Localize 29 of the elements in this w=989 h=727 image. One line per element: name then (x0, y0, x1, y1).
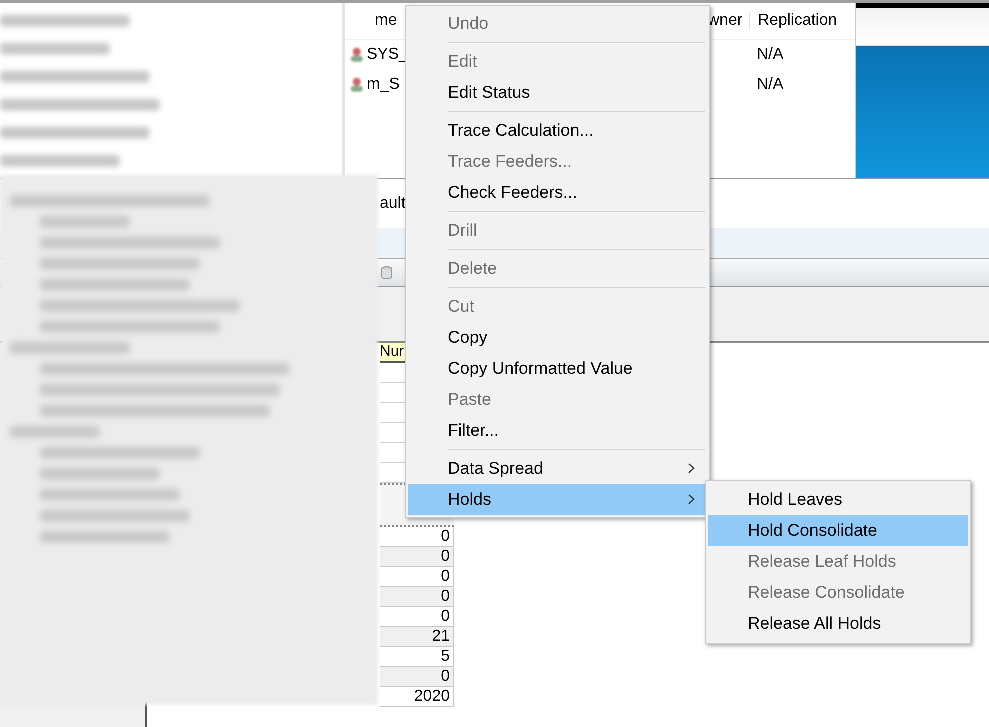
user-icon (349, 77, 365, 93)
table-cell: 0 (380, 667, 454, 687)
column-header[interactable]: Replication (750, 12, 855, 30)
list-cell: SYS_ (367, 46, 408, 64)
table-cell: 21 (380, 627, 454, 647)
user-icon (349, 47, 365, 63)
menu-item[interactable]: Release All Holds (708, 608, 968, 639)
menu-item[interactable]: Trace Calculation... (408, 115, 707, 146)
table-cell: 0 (380, 567, 454, 587)
table-cell: 0 (380, 587, 454, 607)
menu-item[interactable]: Hold Leaves (708, 484, 968, 515)
menu-item[interactable]: Hold Consolidate (708, 515, 968, 546)
table-cell: 0 (380, 527, 454, 547)
table-cell: 5 (380, 647, 454, 667)
column-header[interactable]: Nur (380, 343, 406, 363)
menu-item[interactable]: Check Feeders... (408, 177, 707, 208)
list-cell-text: N/A (757, 46, 785, 64)
table-cell: 0 (380, 547, 454, 567)
window-title: ault (380, 194, 406, 212)
table-cell: 0 (380, 607, 454, 627)
menu-item[interactable]: Data Spread (408, 453, 707, 484)
menu-item[interactable]: Holds (408, 484, 707, 515)
menu-item[interactable]: Copy (408, 322, 707, 353)
menu-item[interactable]: Edit Status (408, 77, 707, 108)
list-cell-text: N/A (757, 76, 785, 94)
list-cell: m_S (367, 76, 400, 94)
table-cell: 2020 (380, 687, 454, 707)
menu-item[interactable]: Filter... (408, 415, 707, 446)
menu-item[interactable]: Copy Unformatted Value (408, 353, 707, 384)
